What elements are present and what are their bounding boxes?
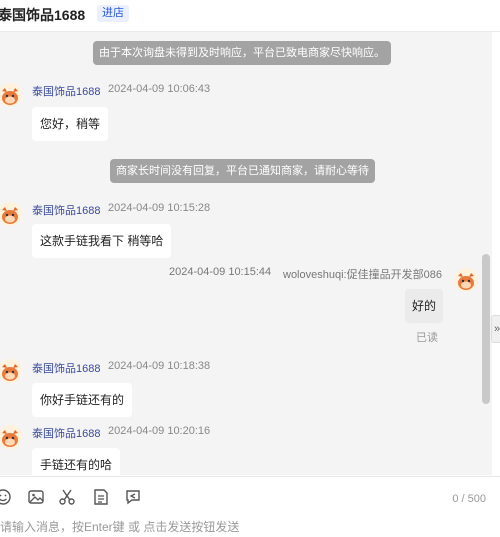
system-notice: 由于本次询盘未得到及时响应，平台已致电商家尽快响应。: [93, 41, 391, 65]
message-time: 2024-04-09 10:15:44: [169, 266, 272, 278]
avatar[interactable]: [0, 359, 22, 383]
message-time: 2024-04-09 10:15:28: [108, 202, 211, 214]
message-time: 2024-04-09 10:06:43: [108, 83, 211, 95]
system-notice: 商家长时间没有回复，平台已通知商家，请耐心等待: [110, 159, 375, 183]
mascot-avatar-icon: [0, 425, 22, 449]
avatar[interactable]: [0, 202, 22, 226]
avatar[interactable]: [0, 83, 22, 107]
message-bubble[interactable]: 这款手链我看下 稍等哈: [32, 224, 172, 258]
message-bubble[interactable]: 你好手链还有的: [32, 383, 133, 417]
image-icon[interactable]: [27, 488, 45, 506]
message-sender: 泰国饰品1688: [32, 363, 101, 375]
message-input[interactable]: [0, 516, 500, 537]
read-status: 已读: [416, 332, 438, 344]
message-bubble[interactable]: 您好，稍等: [32, 107, 109, 141]
shop-name[interactable]: 泰国饰品1688: [0, 5, 85, 25]
mascot-avatar-icon: [0, 359, 22, 383]
avatar[interactable]: [0, 425, 22, 449]
message-sender: 泰国饰品1688: [32, 86, 101, 98]
char-counter: 0 / 500: [452, 493, 486, 505]
message-sender: 泰国饰品1688: [32, 428, 101, 440]
mascot-avatar-icon: [0, 83, 22, 107]
message-bubble-own[interactable]: 好的: [405, 289, 444, 323]
side-panel-toggle[interactable]: »: [491, 315, 500, 343]
order-icon[interactable]: [92, 488, 110, 506]
mascot-avatar-icon: [454, 268, 478, 292]
mascot-avatar-icon: [0, 202, 22, 226]
enter-shop-button[interactable]: 进店: [97, 5, 129, 22]
message-bubble[interactable]: 手链还有的哈: [32, 448, 121, 475]
message-sender: woloveshuqi:促佳撞品开发部086: [283, 269, 442, 281]
emoji-icon[interactable]: [0, 488, 12, 506]
message-sender: 泰国饰品1688: [32, 205, 101, 217]
chat-message-area[interactable]: 由于本次询盘未得到及时响应，平台已致电商家尽快响应。 泰国饰品1688 2024…: [0, 32, 492, 475]
message-time: 2024-04-09 10:18:38: [108, 360, 211, 372]
chat-header: 泰国饰品1688 进店: [0, 0, 500, 32]
chat-scrollbar[interactable]: [482, 254, 490, 404]
message-time: 2024-04-09 10:20:16: [108, 425, 211, 437]
quick-reply-icon[interactable]: [124, 488, 142, 506]
scissors-icon[interactable]: [58, 488, 76, 506]
input-toolbar: 0 / 500: [0, 476, 500, 516]
avatar[interactable]: [454, 268, 478, 292]
